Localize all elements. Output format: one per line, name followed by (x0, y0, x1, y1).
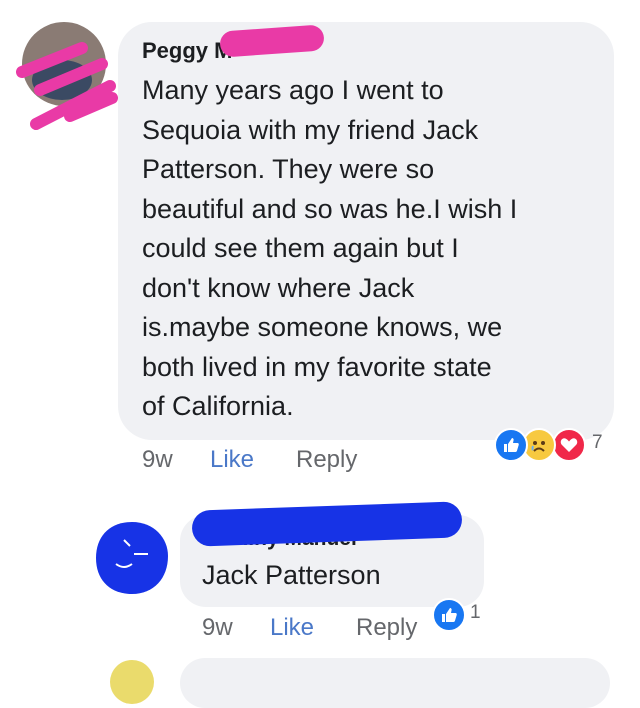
comment-timestamp[interactable]: 9w (142, 446, 173, 474)
reply-reply-button[interactable]: Reply (356, 614, 417, 642)
avatar-redaction-scribble (96, 522, 168, 594)
love-reaction-icon[interactable] (552, 428, 586, 462)
like-reaction-icon[interactable] (432, 598, 466, 632)
reaction-count[interactable]: 7 (592, 432, 603, 454)
comment-text: Many years ago I went to Sequoia with my… (142, 75, 518, 421)
sad-face-icon (531, 441, 545, 452)
thumbs-up-icon (504, 438, 519, 452)
like-button[interactable]: Like (210, 446, 254, 474)
reply-timestamp[interactable]: 9w (202, 614, 233, 642)
reaction-count[interactable]: 1 (470, 602, 481, 624)
next-comment-avatar[interactable] (110, 660, 154, 704)
comment-author-name[interactable]: Peggy M (142, 38, 232, 64)
reply-like-button[interactable]: Like (270, 614, 314, 642)
reply-text: Jack Patterson (202, 560, 381, 590)
avatar-redaction-scribble (16, 42, 118, 130)
reply-author-avatar[interactable] (94, 520, 170, 596)
reply-button[interactable]: Reply (296, 446, 357, 474)
heart-icon (560, 438, 578, 452)
next-comment-bubble (180, 658, 610, 708)
thumbs-up-icon (442, 608, 457, 622)
like-reaction-icon[interactable] (494, 428, 528, 462)
